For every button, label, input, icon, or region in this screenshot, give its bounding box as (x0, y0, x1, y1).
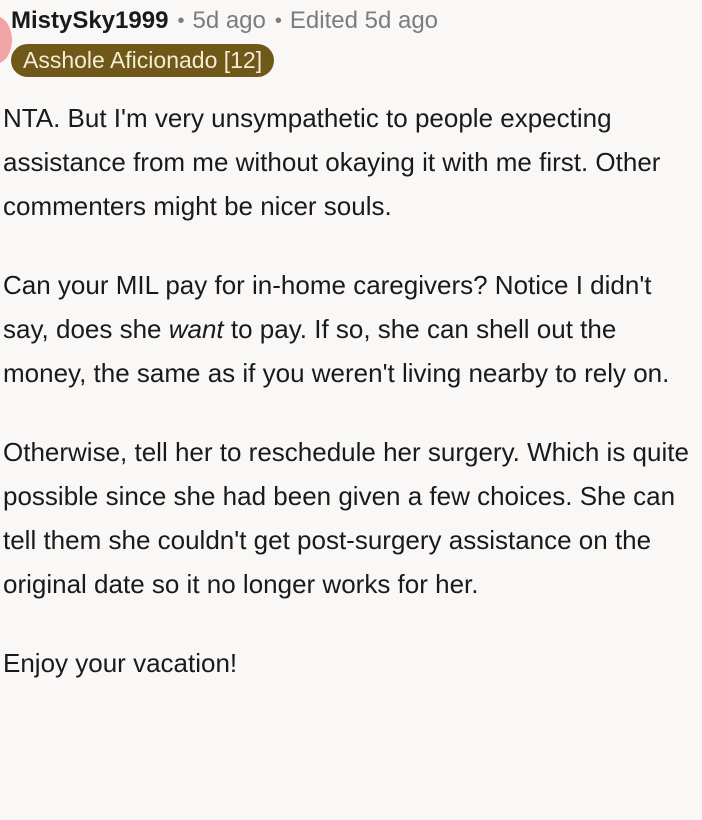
author-username[interactable]: MistySky1999 (11, 7, 168, 35)
separator-dot: • (274, 9, 282, 32)
comment-paragraph: Otherwise, tell her to reschedule her su… (3, 437, 689, 599)
comment-timestamp[interactable]: 5d ago (192, 7, 265, 35)
edited-label: Edited 5d ago (289, 7, 439, 34)
comment-paragraph: Enjoy your vacation! (3, 648, 238, 678)
separator-dot: • (177, 9, 185, 32)
comment-body: NTA. But I'm very unsympathetic to peopl… (3, 96, 702, 720)
comment-paragraph: Can your MIL pay for in-home caregivers?… (3, 263, 702, 395)
comment-paragraph: NTA. But I'm very unsympathetic to peopl… (3, 103, 661, 221)
user-flair-badge[interactable]: Asshole Aficionado [12] (11, 44, 275, 77)
comment-header: MistySky1999 • 5d ago • Edited 5d ago (11, 5, 438, 37)
emphasized-word: want (168, 314, 224, 344)
